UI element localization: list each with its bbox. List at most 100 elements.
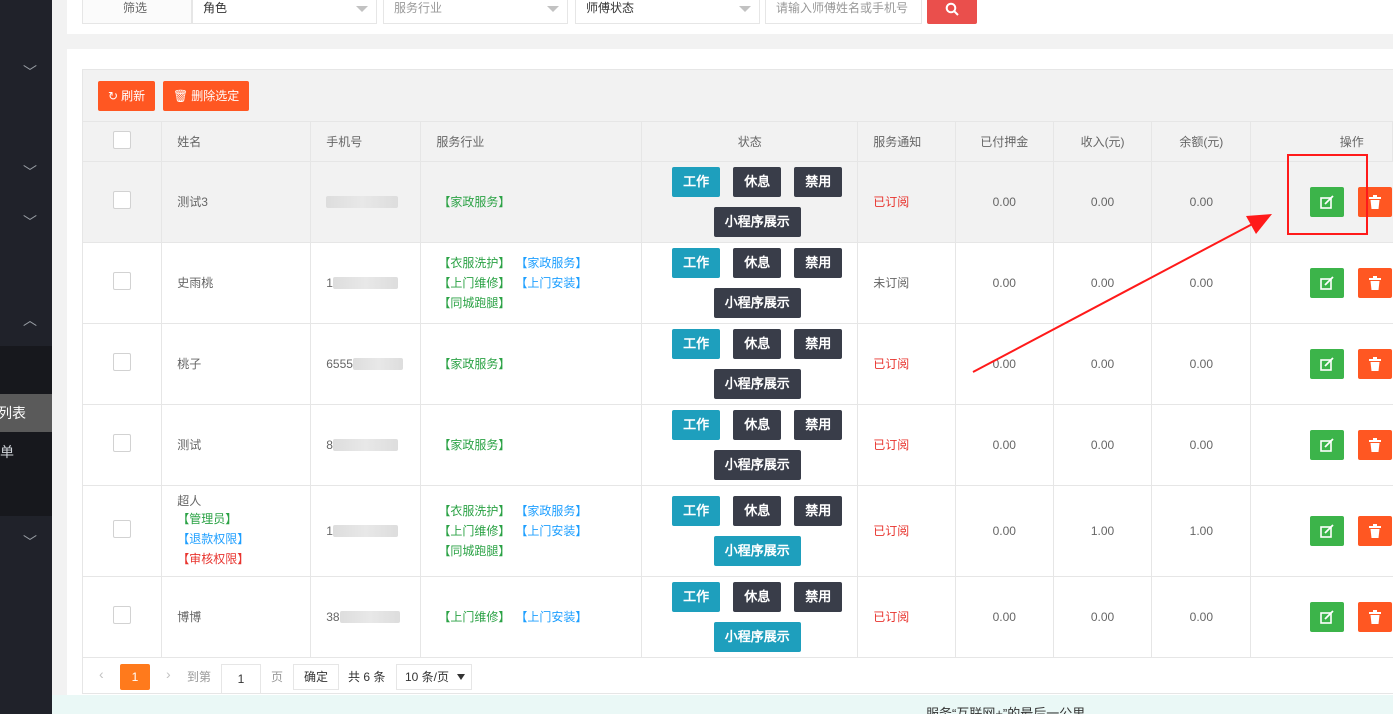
industry-tag: 【家政服务】 xyxy=(438,356,511,371)
refresh-button[interactable]: ↻ 刷新 xyxy=(98,81,156,111)
ban-button[interactable]: 禁用 xyxy=(794,328,843,359)
ban-button[interactable]: 禁用 xyxy=(794,166,843,197)
work-button[interactable]: 工作 xyxy=(672,409,721,440)
mini-program-button[interactable]: 小程序展示 xyxy=(713,368,801,399)
mini-program-button[interactable]: 小程序展示 xyxy=(713,621,801,652)
work-button[interactable]: 工作 xyxy=(672,328,721,359)
edit-button[interactable] xyxy=(1310,267,1345,298)
mini-program-button[interactable]: 小程序展示 xyxy=(713,535,801,566)
industry-cell: 【家政服务】 xyxy=(420,161,643,243)
confirm-page-button[interactable]: 确定 xyxy=(293,664,339,690)
rest-button[interactable]: 休息 xyxy=(733,409,782,440)
col-header: 服务通知 xyxy=(857,122,956,162)
next-page-icon[interactable]: › xyxy=(166,666,171,682)
current-page[interactable]: 1 xyxy=(120,664,150,690)
col-header: 姓名 xyxy=(161,122,312,162)
select-all-cell xyxy=(83,122,163,162)
row-checkbox[interactable] xyxy=(113,606,132,624)
dropdown-arrow-icon xyxy=(457,674,465,680)
notice-cell: 已订阅 xyxy=(857,161,956,243)
industry-tag: 【上门安装】 xyxy=(515,609,588,624)
income-cell: 1.00 xyxy=(1053,485,1153,577)
notice-cell: 已订阅 xyxy=(857,323,956,405)
chevron-down-icon[interactable]: ﹀ xyxy=(22,214,38,230)
status-select[interactable]: 师傅状态 xyxy=(575,0,760,24)
page-size-select[interactable]: 10 条/页 xyxy=(396,664,472,690)
chevron-up-icon[interactable]: ︿ xyxy=(22,312,38,328)
work-button[interactable]: 工作 xyxy=(672,495,721,526)
ban-button[interactable]: 禁用 xyxy=(794,495,843,526)
chevron-down-icon[interactable]: ﹀ xyxy=(22,164,38,180)
col-header: 收入(元) xyxy=(1053,122,1153,162)
mini-program-button[interactable]: 小程序展示 xyxy=(713,449,801,480)
master-name: 测试 xyxy=(177,438,202,452)
edit-button[interactable] xyxy=(1310,515,1345,546)
row-checkbox[interactable] xyxy=(113,353,132,371)
table-toolbar: ↻ 刷新 🗑 删除选定 xyxy=(83,70,1393,122)
delete-button[interactable] xyxy=(1358,429,1393,460)
name-cell: 测试 xyxy=(161,404,312,486)
ban-button[interactable]: 禁用 xyxy=(794,247,843,278)
role-select[interactable]: 角色 xyxy=(192,0,377,24)
edit-button[interactable] xyxy=(1310,348,1345,379)
phone-cell: 38 xyxy=(310,576,422,658)
chevron-down-icon[interactable]: ﹀ xyxy=(22,534,38,550)
delete-button[interactable] xyxy=(1358,348,1393,379)
delete-button[interactable] xyxy=(1358,267,1393,298)
footer-text: 服务“互联网+”的最后一公里 xyxy=(926,706,1086,714)
chevron-down-icon[interactable]: ﹀ xyxy=(22,64,38,80)
work-button[interactable]: 工作 xyxy=(672,247,721,278)
industry-tag: 【上门维修】 xyxy=(438,523,511,538)
industry-cell: 【家政服务】 xyxy=(420,323,643,405)
row-select-cell xyxy=(83,404,163,486)
ban-button[interactable]: 禁用 xyxy=(794,409,843,440)
work-button[interactable]: 工作 xyxy=(672,166,721,197)
phone-text: 1 xyxy=(326,523,333,538)
industry-cell: 【上门维修】 【上门安装】 xyxy=(420,576,643,658)
main-panel: ↻ 刷新 🗑 删除选定 姓名 手机号 服务行业 状态 服务通知 已付押金 收入(元)… xyxy=(67,49,1393,714)
row-checkbox[interactable] xyxy=(113,434,132,452)
search-button[interactable] xyxy=(927,0,977,24)
dropdown-arrow-icon xyxy=(547,6,559,12)
industry-select[interactable]: 服务行业 xyxy=(383,0,568,24)
mini-program-button[interactable]: 小程序展示 xyxy=(713,206,801,237)
work-button[interactable]: 工作 xyxy=(672,581,721,612)
phone-mask xyxy=(339,611,400,624)
search-icon xyxy=(945,2,959,16)
phone-mask xyxy=(332,525,398,538)
row-checkbox[interactable] xyxy=(113,272,132,290)
filter-label: 筛选 xyxy=(82,0,192,24)
prev-page-icon[interactable]: ‹ xyxy=(99,666,104,682)
refresh-icon: ↻ xyxy=(108,89,119,103)
ban-button[interactable]: 禁用 xyxy=(794,581,843,612)
row-checkbox[interactable] xyxy=(113,520,132,538)
rest-button[interactable]: 休息 xyxy=(733,328,782,359)
search-input[interactable]: 请输入师傅姓名或手机号 xyxy=(765,0,922,24)
row-checkbox[interactable] xyxy=(113,191,132,209)
rest-button[interactable]: 休息 xyxy=(733,247,782,278)
page-input[interactable]: 1 xyxy=(221,664,261,694)
edit-button[interactable] xyxy=(1310,601,1345,632)
select-all-checkbox[interactable] xyxy=(113,130,132,149)
rest-button[interactable]: 休息 xyxy=(733,166,782,197)
mini-program-button[interactable]: 小程序展示 xyxy=(713,287,801,318)
edit-icon xyxy=(1320,437,1335,452)
industry-tag: 【同城跑腿】 xyxy=(438,295,511,310)
rest-button[interactable]: 休息 xyxy=(733,495,782,526)
delete-selected-button[interactable]: 🗑 删除选定 xyxy=(163,81,250,111)
sidebar-item-active[interactable]: 列表 xyxy=(0,394,52,432)
deposit-cell: 0.00 xyxy=(955,576,1054,658)
goto-label: 到第 xyxy=(187,670,212,684)
table-row: 测试 8 【家政服务】 工作 休息 禁用 小程序展示 已订阅 0.00 0.00… xyxy=(83,404,1393,486)
filter-bar: 筛选 角色 服务行业 师傅状态 请输入师傅姓名或手机号 xyxy=(67,0,1393,34)
rest-button[interactable]: 休息 xyxy=(733,581,782,612)
sidebar-item[interactable]: 单 xyxy=(0,442,52,462)
industry-cell: 【衣服洗护】 【家政服务】【上门维修】 【上门安装】【同城跑腿】 xyxy=(420,485,643,577)
delete-button[interactable] xyxy=(1358,601,1393,632)
industry-tag: 【家政服务】 xyxy=(515,255,588,270)
master-name: 超人 xyxy=(177,494,202,508)
col-header: 服务行业 xyxy=(420,122,643,162)
delete-button[interactable] xyxy=(1358,515,1393,546)
master-name: 史雨桃 xyxy=(177,276,214,290)
edit-button[interactable] xyxy=(1310,429,1345,460)
